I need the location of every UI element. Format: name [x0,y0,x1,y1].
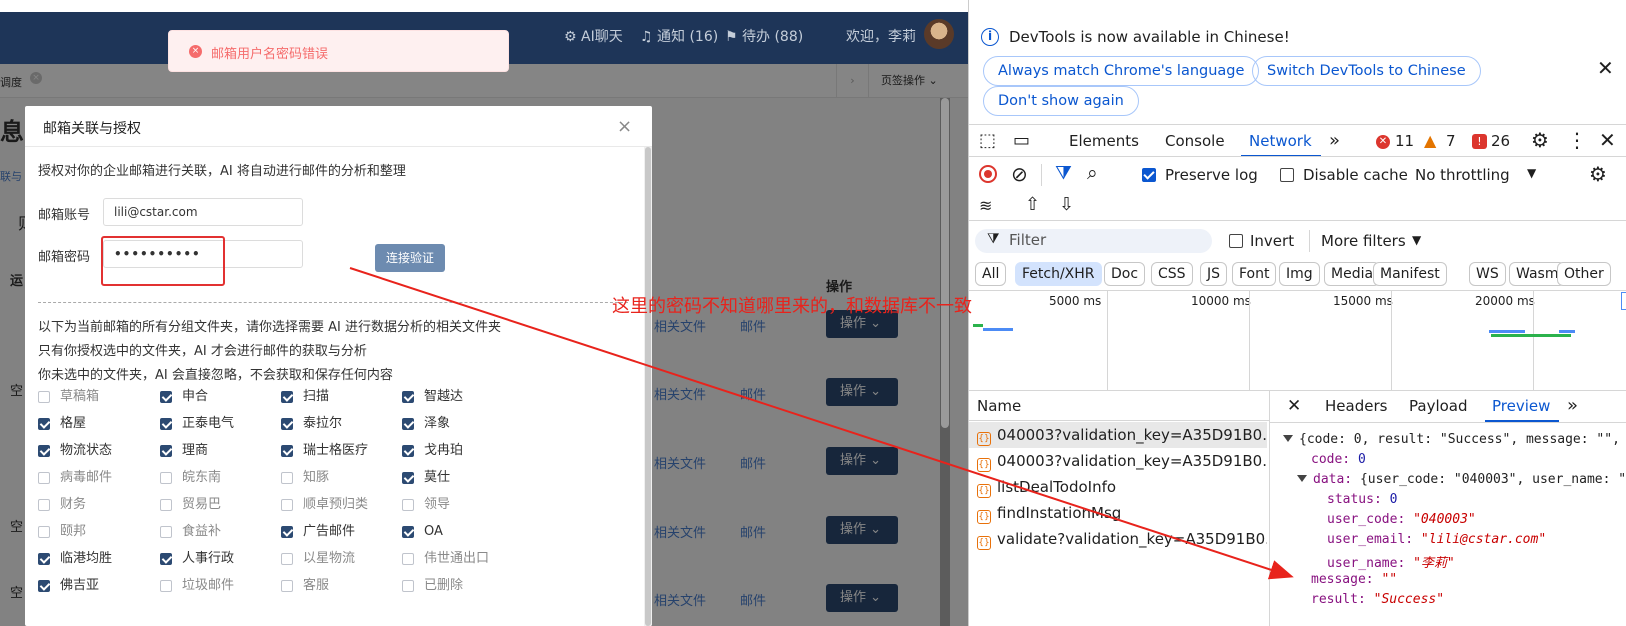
annotation-text: 这里的密码不知道哪里来的，和数据库不一致 [612,296,972,317]
screen: ⚙ AI聊天 ♫ 通知 (16) ⚑ 待办 (88) 欢迎，李莉 调度 × › … [0,0,1626,626]
